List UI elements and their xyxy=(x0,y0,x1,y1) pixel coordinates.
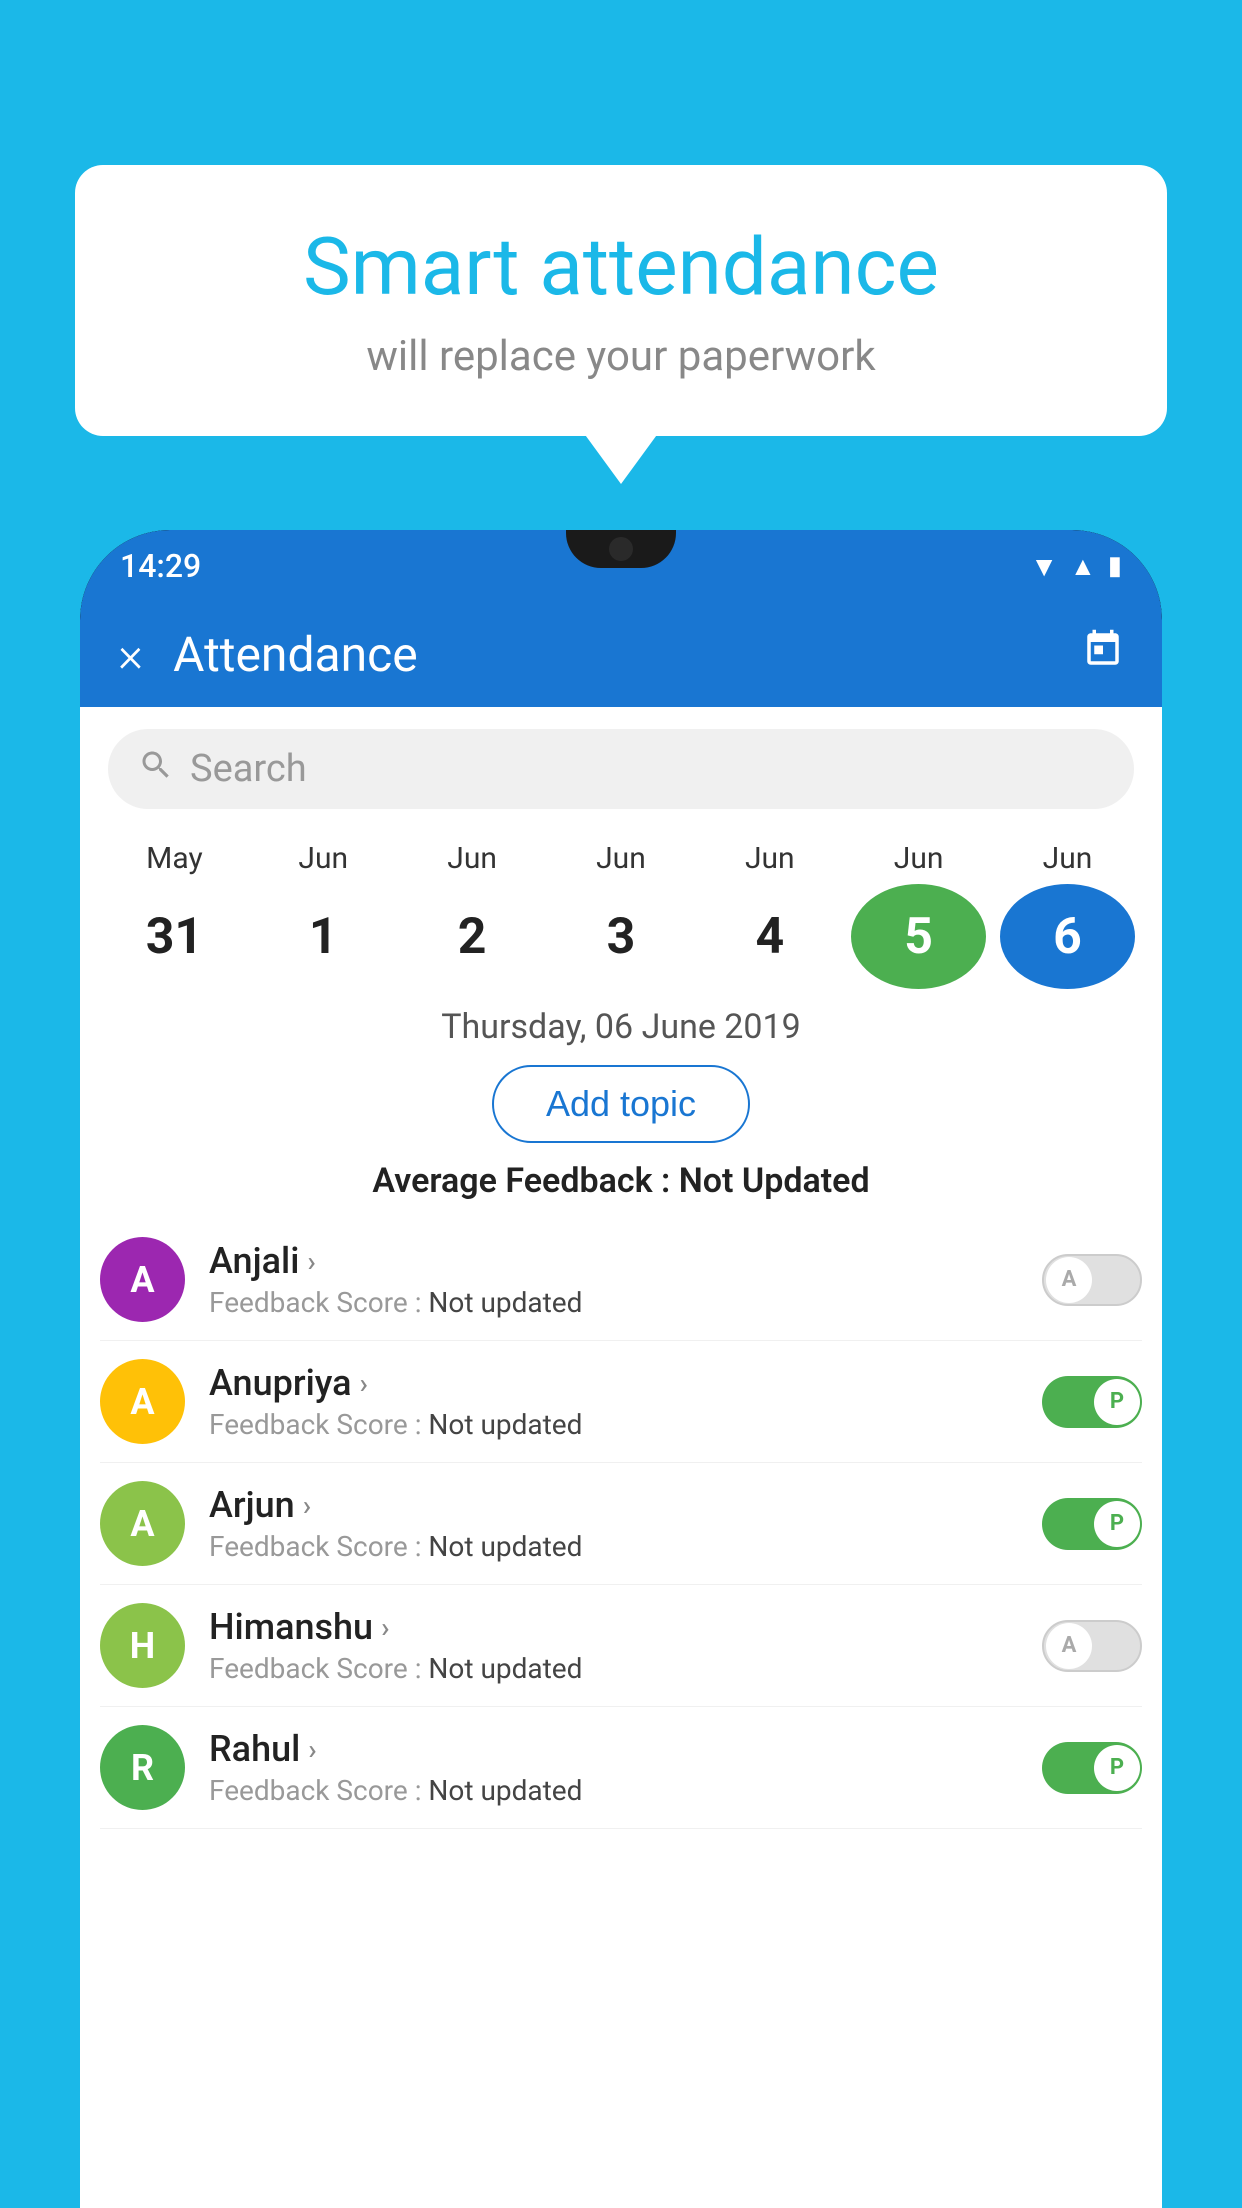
student-feedback-1: Feedback Score : Not updated xyxy=(209,1408,1018,1441)
student-item[interactable]: A Anupriya › Feedback Score : Not update… xyxy=(100,1341,1142,1463)
battery-icon: ▮ xyxy=(1108,551,1122,581)
attendance-toggle-0[interactable]: A xyxy=(1042,1254,1142,1306)
add-topic-button[interactable]: Add topic xyxy=(492,1065,750,1143)
student-info-0: Anjali › Feedback Score : Not updated xyxy=(209,1240,1018,1319)
student-avatar-3: H xyxy=(100,1603,185,1688)
month-5: Jun xyxy=(851,841,986,876)
student-feedback-2: Feedback Score : Not updated xyxy=(209,1530,1018,1563)
calendar-icon[interactable] xyxy=(1082,628,1124,681)
student-info-3: Himanshu › Feedback Score : Not updated xyxy=(209,1606,1018,1685)
toggle-knob-3: A xyxy=(1046,1623,1092,1669)
app-bar: × Attendance xyxy=(80,602,1162,707)
avg-feedback: Average Feedback : Not Updated xyxy=(80,1161,1162,1201)
student-avatar-0: A xyxy=(100,1237,185,1322)
student-name-4: Rahul › xyxy=(209,1728,1018,1770)
phone-frame: 14:29 ▼ ▲ ▮ × Attendance xyxy=(80,530,1162,2208)
phone-inner: 14:29 ▼ ▲ ▮ × Attendance xyxy=(80,530,1162,2208)
attendance-toggle-2[interactable]: P xyxy=(1042,1498,1142,1550)
signal-icon: ▲ xyxy=(1070,551,1096,582)
chevron-right-icon: › xyxy=(360,1367,368,1400)
toggle-knob-4: P xyxy=(1094,1745,1140,1791)
status-time: 14:29 xyxy=(120,547,201,585)
chevron-right-icon: › xyxy=(308,1733,316,1766)
student-name-0: Anjali › xyxy=(209,1240,1018,1282)
month-0: May xyxy=(107,841,242,876)
calendar-days: 31 1 2 3 4 5 6 xyxy=(100,884,1142,989)
wifi-icon: ▼ xyxy=(1030,550,1058,583)
day-3[interactable]: 3 xyxy=(553,884,688,989)
attendance-toggle-1[interactable]: P xyxy=(1042,1376,1142,1428)
calendar-months: May Jun Jun Jun Jun Jun Jun xyxy=(100,841,1142,876)
day-31[interactable]: 31 xyxy=(107,884,242,989)
student-info-1: Anupriya › Feedback Score : Not updated xyxy=(209,1362,1018,1441)
student-name-1: Anupriya › xyxy=(209,1362,1018,1404)
month-3: Jun xyxy=(553,841,688,876)
day-4[interactable]: 4 xyxy=(702,884,837,989)
calendar-strip: May Jun Jun Jun Jun Jun Jun 31 1 2 3 4 5… xyxy=(80,831,1162,989)
chevron-right-icon: › xyxy=(381,1611,389,1644)
student-item[interactable]: A Anjali › Feedback Score : Not updated … xyxy=(100,1219,1142,1341)
search-placeholder[interactable]: Search xyxy=(190,747,307,791)
month-1: Jun xyxy=(256,841,391,876)
speech-bubble: Smart attendance will replace your paper… xyxy=(75,165,1167,436)
status-icons: ▼ ▲ ▮ xyxy=(1030,550,1122,583)
student-feedback-3: Feedback Score : Not updated xyxy=(209,1652,1018,1685)
student-item[interactable]: A Arjun › Feedback Score : Not updated P xyxy=(100,1463,1142,1585)
camera-dot xyxy=(609,537,633,561)
student-feedback-4: Feedback Score : Not updated xyxy=(209,1774,1018,1807)
add-topic-container: Add topic xyxy=(80,1065,1162,1143)
student-avatar-1: A xyxy=(100,1359,185,1444)
phone-notch xyxy=(566,530,676,568)
student-info-2: Arjun › Feedback Score : Not updated xyxy=(209,1484,1018,1563)
student-feedback-0: Feedback Score : Not updated xyxy=(209,1286,1018,1319)
attendance-toggle-4[interactable]: P xyxy=(1042,1742,1142,1794)
student-avatar-4: R xyxy=(100,1725,185,1810)
avg-feedback-prefix: Average Feedback : xyxy=(372,1161,678,1201)
close-button[interactable]: × xyxy=(118,626,143,683)
student-avatar-2: A xyxy=(100,1481,185,1566)
speech-bubble-title: Smart attendance xyxy=(135,220,1107,314)
student-name-2: Arjun › xyxy=(209,1484,1018,1526)
student-name-3: Himanshu › xyxy=(209,1606,1018,1648)
student-item[interactable]: H Himanshu › Feedback Score : Not update… xyxy=(100,1585,1142,1707)
date-label: Thursday, 06 June 2019 xyxy=(80,1007,1162,1047)
month-4: Jun xyxy=(702,841,837,876)
toggle-knob-1: P xyxy=(1094,1379,1140,1425)
app-bar-title: Attendance xyxy=(173,626,1052,683)
student-info-4: Rahul › Feedback Score : Not updated xyxy=(209,1728,1018,1807)
month-6: Jun xyxy=(1000,841,1135,876)
day-6-selected[interactable]: 6 xyxy=(1000,884,1135,989)
app-content: Search May Jun Jun Jun Jun Jun Jun 31 1 … xyxy=(80,707,1162,2208)
status-bar: 14:29 ▼ ▲ ▮ xyxy=(80,530,1162,602)
toggle-knob-0: A xyxy=(1046,1257,1092,1303)
day-5-today[interactable]: 5 xyxy=(851,884,986,989)
day-1[interactable]: 1 xyxy=(256,884,391,989)
chevron-right-icon: › xyxy=(303,1489,311,1522)
student-item[interactable]: R Rahul › Feedback Score : Not updated P xyxy=(100,1707,1142,1829)
toggle-knob-2: P xyxy=(1094,1501,1140,1547)
avg-feedback-value: Not Updated xyxy=(679,1161,870,1201)
chevron-right-icon: › xyxy=(307,1245,315,1278)
student-list: A Anjali › Feedback Score : Not updated … xyxy=(80,1219,1162,1829)
search-bar[interactable]: Search xyxy=(108,729,1134,809)
speech-bubble-subtitle: will replace your paperwork xyxy=(135,332,1107,381)
day-2[interactable]: 2 xyxy=(405,884,540,989)
attendance-toggle-3[interactable]: A xyxy=(1042,1620,1142,1672)
month-2: Jun xyxy=(405,841,540,876)
search-icon xyxy=(138,747,174,792)
